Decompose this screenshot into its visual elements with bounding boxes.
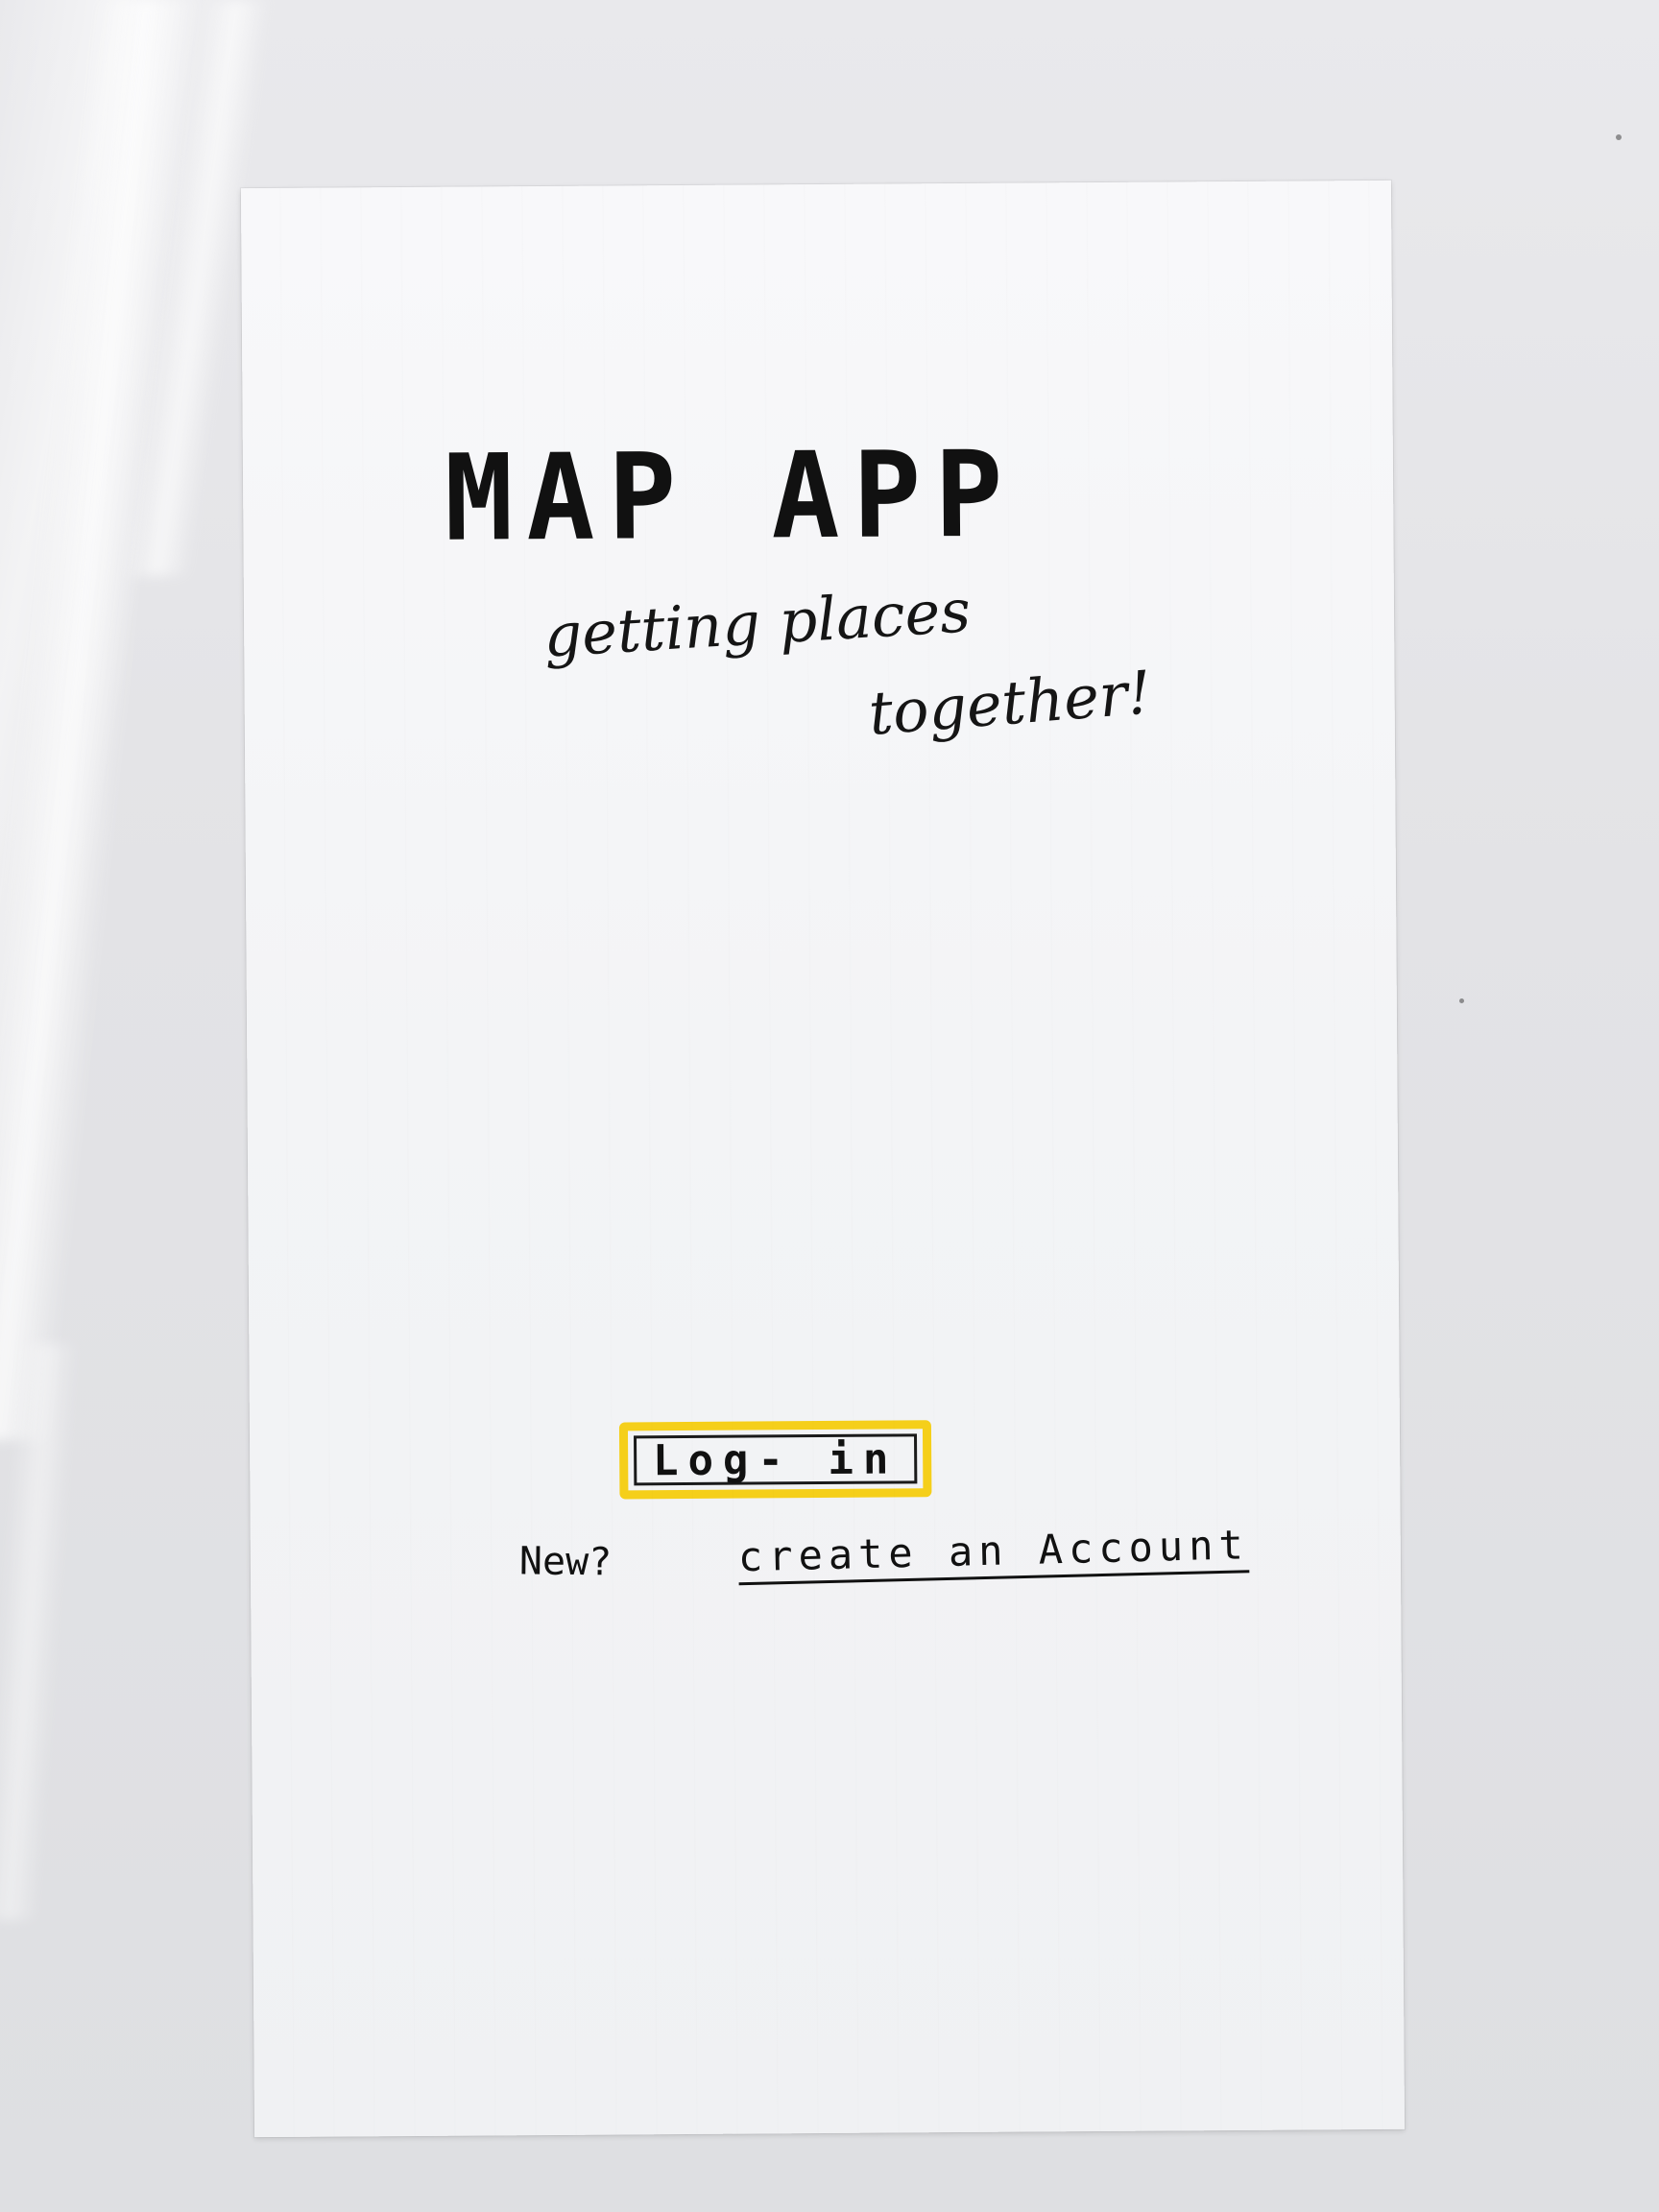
table-speck <box>1459 998 1464 1003</box>
login-button-label: Log- in <box>652 1433 899 1485</box>
table-speck <box>1616 134 1622 140</box>
create-account-link[interactable]: create an Account <box>737 1521 1249 1580</box>
new-user-prompt: New? <box>518 1539 613 1585</box>
tagline-line-2: together! <box>866 657 1154 749</box>
tagline-line-1: getting places <box>541 575 973 671</box>
login-button[interactable]: Log- in <box>618 1420 932 1500</box>
glare-streak <box>0 1344 78 1920</box>
glare-streak <box>0 0 201 1440</box>
photo-background: { "screen": { "title": "MAP APP", "tagli… <box>0 0 1659 2212</box>
app-title: MAP APP <box>444 424 1017 568</box>
paper-prototype-screen: MAP APP getting places together! Log- in… <box>240 180 1406 2138</box>
